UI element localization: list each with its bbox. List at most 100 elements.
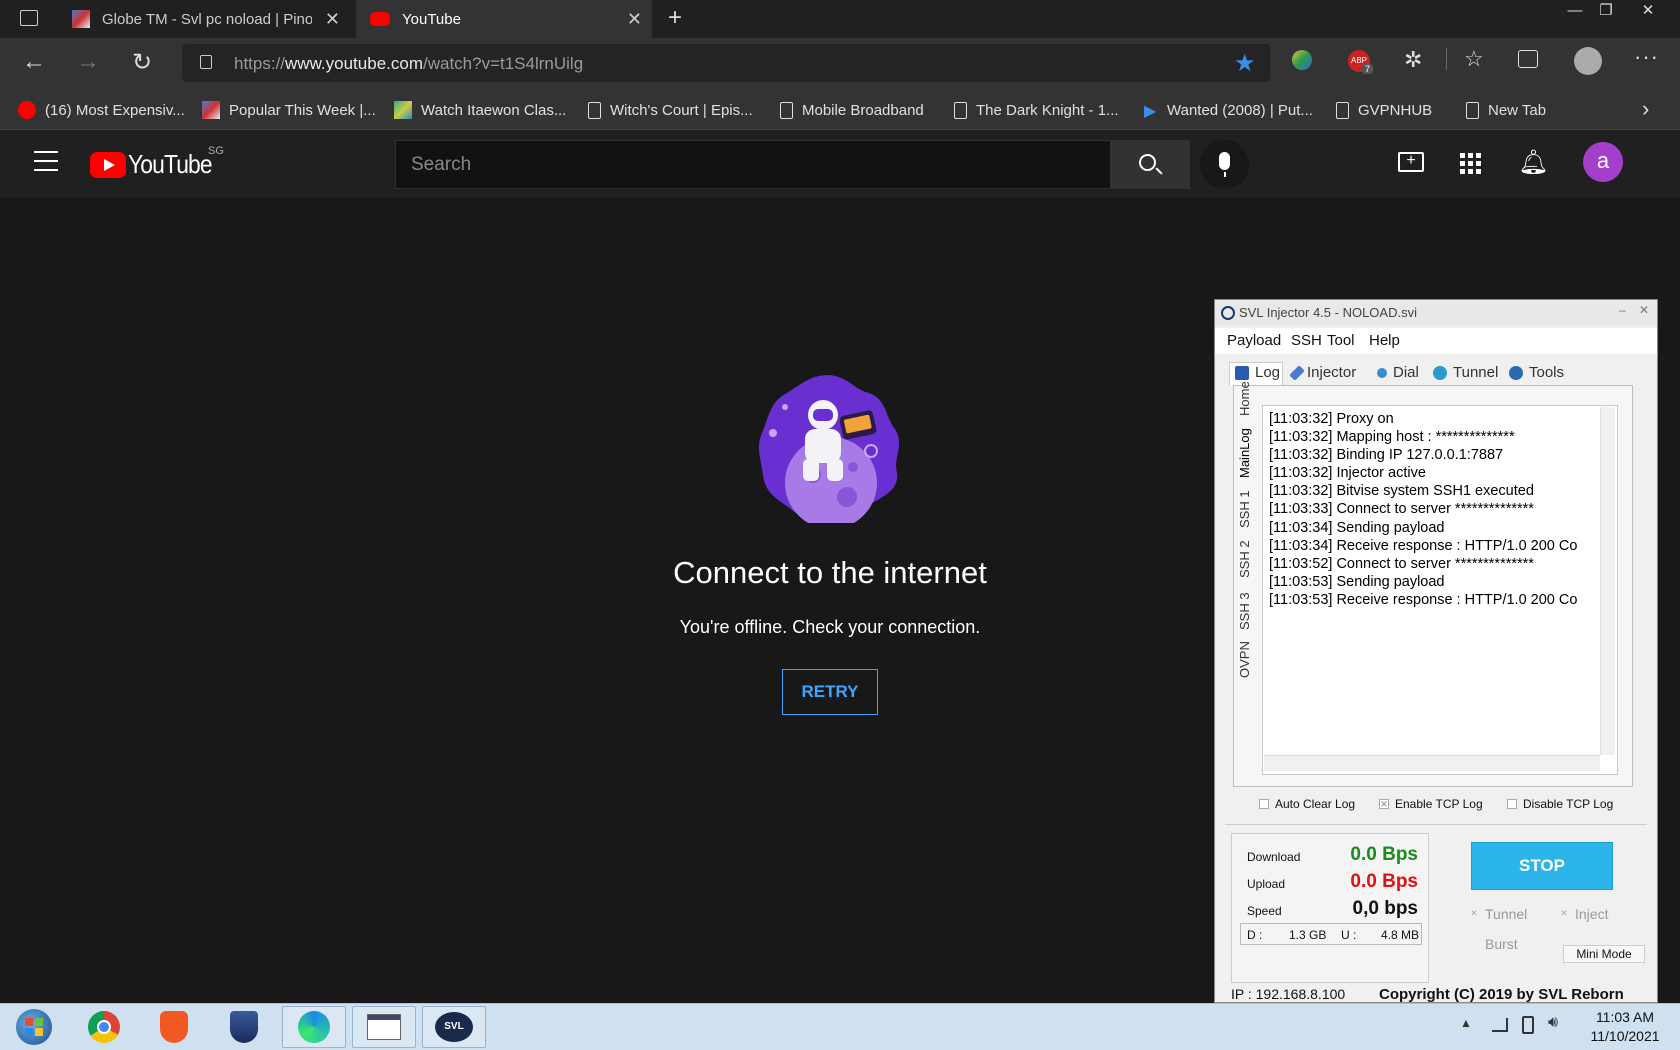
start-button[interactable] xyxy=(2,1006,66,1048)
checkbox-icon xyxy=(1507,799,1517,809)
taskbar-chrome[interactable] xyxy=(72,1006,136,1048)
taskbar-window-app[interactable] xyxy=(352,1006,416,1048)
show-hidden-icons-icon[interactable]: ▲ xyxy=(1460,1016,1472,1030)
svl-title-bar[interactable]: SVL Injector 4.5 - NOLOAD.svi – ✕ xyxy=(1215,300,1657,326)
collections-icon[interactable] xyxy=(1518,50,1538,68)
bookmark-item[interactable]: Watch Itaewon Clas... xyxy=(394,98,566,122)
tab-tunnel[interactable]: Tunnel xyxy=(1433,364,1498,381)
svl-status-bar: IP : 192.168.8.100 Copyright (C) 2019 by… xyxy=(1215,984,1657,1004)
profile-avatar-icon[interactable] xyxy=(1574,47,1602,75)
side-tab-mainlog[interactable]: MainLog xyxy=(1237,428,1252,478)
option-label: Tunnel xyxy=(1485,906,1528,922)
favorites-icon[interactable]: ☆ xyxy=(1464,46,1484,72)
bookmark-label: (16) Most Expensiv... xyxy=(45,101,185,119)
burst-checkbox[interactable]: Burst xyxy=(1469,936,1518,952)
bookmark-item[interactable]: New Tab xyxy=(1466,98,1546,122)
svl-minimize-icon[interactable]: – xyxy=(1619,303,1626,317)
youtube-logo-icon[interactable] xyxy=(90,152,126,178)
volume-icon[interactable]: 🔊︎ xyxy=(1548,1014,1558,1032)
avatar[interactable]: a xyxy=(1583,142,1623,182)
option-label: Inject xyxy=(1575,906,1609,922)
close-window-icon[interactable]: ✕ xyxy=(1628,0,1668,24)
back-icon[interactable]: ← xyxy=(22,48,46,76)
checkbox-checked-icon: ✕ xyxy=(1560,908,1568,918)
page-icon xyxy=(780,101,793,119)
stop-button[interactable]: STOP xyxy=(1471,842,1613,890)
side-tab-ssh1[interactable]: SSH 1 xyxy=(1237,490,1252,528)
notifications-bell-icon[interactable]: 🔔︎ xyxy=(1518,148,1548,177)
side-tab-ssh2[interactable]: SSH 2 xyxy=(1237,540,1252,578)
tunnel-checkbox[interactable]: ✕ Tunnel xyxy=(1469,906,1527,922)
new-tab-icon[interactable]: + xyxy=(668,4,682,32)
retry-button[interactable]: RETRY xyxy=(782,669,878,715)
bookmark-label: Popular This Week |... xyxy=(229,101,376,119)
mini-mode-button[interactable]: Mini Mode xyxy=(1563,945,1645,963)
checkbox-label: Auto Clear Log xyxy=(1275,797,1356,811)
log-line: [11:03:32] Proxy on xyxy=(1269,411,1394,427)
menu-ssh[interactable]: SSH xyxy=(1291,332,1322,349)
more-menu-icon[interactable]: ··· xyxy=(1634,44,1659,70)
taskbar-svl[interactable]: SVL xyxy=(422,1006,486,1048)
extensions-puzzle-icon[interactable]: ✲ xyxy=(1404,47,1422,73)
taskbar-brave[interactable] xyxy=(142,1006,206,1048)
disable-tcp-log-checkbox[interactable]: Disable TCP Log xyxy=(1507,797,1613,811)
log-vertical-scrollbar[interactable] xyxy=(1600,407,1615,755)
offline-astronaut-illustration xyxy=(753,371,905,529)
download-label: Download xyxy=(1247,850,1301,864)
tab-dial[interactable]: Dial xyxy=(1377,364,1419,381)
side-tab-ovpn[interactable]: OVPN xyxy=(1237,641,1252,678)
side-tab-home[interactable]: Home xyxy=(1237,381,1252,416)
enable-tcp-log-checkbox[interactable]: ✕ Enable TCP Log xyxy=(1379,797,1483,811)
restore-icon[interactable]: ❐ xyxy=(1586,0,1626,24)
log-textbox[interactable]: [11:03:32] Proxy on [11:03:32] Mapping h… xyxy=(1262,405,1618,775)
refresh-icon[interactable]: ↻ xyxy=(132,48,152,77)
taskbar-vpn-app[interactable] xyxy=(212,1006,276,1048)
favorite-star-icon[interactable]: ★ xyxy=(1234,49,1256,78)
bookmark-item[interactable]: The Dark Knight - 1... xyxy=(954,98,1119,122)
tab-injector[interactable]: Injector xyxy=(1289,364,1356,381)
inject-checkbox[interactable]: ✕ Inject xyxy=(1559,906,1608,922)
search-input[interactable]: Search xyxy=(395,140,1111,189)
tab-actions-icon[interactable] xyxy=(20,10,38,26)
bookmark-item[interactable]: GVPNHUB xyxy=(1336,98,1432,122)
voice-search-button[interactable] xyxy=(1200,140,1249,189)
bookmark-item[interactable]: ▶ Wanted (2008) | Put... xyxy=(1144,98,1313,122)
lock-icon[interactable] xyxy=(200,55,212,69)
tab-title: Globe TM - Svl pc noload | Pinoy xyxy=(102,10,312,28)
close-tab-icon[interactable]: ✕ xyxy=(325,9,340,30)
address-bar[interactable]: https://www.youtube.com/watch?v=t1S4lrnU… xyxy=(182,44,1270,82)
menu-payload[interactable]: Payload xyxy=(1227,332,1281,349)
chevron-right-icon[interactable]: › xyxy=(1642,96,1649,122)
speed-value: 0,0 bps xyxy=(1352,898,1418,919)
log-icon xyxy=(1235,365,1249,380)
tab-youtube[interactable]: YouTube ✕ xyxy=(356,0,652,38)
menu-help[interactable]: Help xyxy=(1369,332,1400,349)
youtube-logo-text[interactable]: YouTube xyxy=(128,149,213,180)
tab-globe[interactable]: Globe TM - Svl pc noload | Pinoy ✕ xyxy=(60,0,350,38)
side-tab-ssh3[interactable]: SSH 3 xyxy=(1237,592,1252,630)
hamburger-menu-icon[interactable] xyxy=(34,151,58,171)
tab-tools[interactable]: Tools xyxy=(1509,364,1564,381)
search-button[interactable] xyxy=(1110,140,1190,189)
tab-log[interactable]: Log xyxy=(1235,364,1280,381)
svl-close-icon[interactable]: ✕ xyxy=(1639,303,1649,317)
bookmark-item[interactable]: (16) Most Expensiv... xyxy=(18,98,185,122)
create-video-icon[interactable]: + xyxy=(1398,152,1424,172)
system-clock[interactable]: 11:03 AM 11/10/2021 xyxy=(1575,1008,1675,1046)
bookmark-item[interactable]: Mobile Broadband xyxy=(780,98,924,122)
extension-icon[interactable] xyxy=(1292,50,1312,70)
url-text[interactable]: https://www.youtube.com/watch?v=t1S4lrnU… xyxy=(234,54,583,74)
forward-icon[interactable]: → xyxy=(76,48,100,76)
close-tab-icon[interactable]: ✕ xyxy=(627,9,642,30)
battery-icon[interactable] xyxy=(1522,1016,1534,1034)
taskbar-edge[interactable] xyxy=(282,1006,346,1048)
menu-tool[interactable]: Tool xyxy=(1327,332,1355,349)
auto-clear-log-checkbox[interactable]: Auto Clear Log xyxy=(1259,797,1355,811)
apps-grid-icon[interactable] xyxy=(1460,153,1482,175)
toolbar-divider xyxy=(1446,48,1447,70)
bookmark-item[interactable]: Popular This Week |... xyxy=(202,98,376,122)
bookmark-item[interactable]: Witch's Court | Epis... xyxy=(588,98,753,122)
log-horizontal-scrollbar[interactable] xyxy=(1264,755,1600,771)
network-signal-icon[interactable] xyxy=(1492,1018,1508,1032)
tab-label: Dial xyxy=(1393,364,1419,381)
